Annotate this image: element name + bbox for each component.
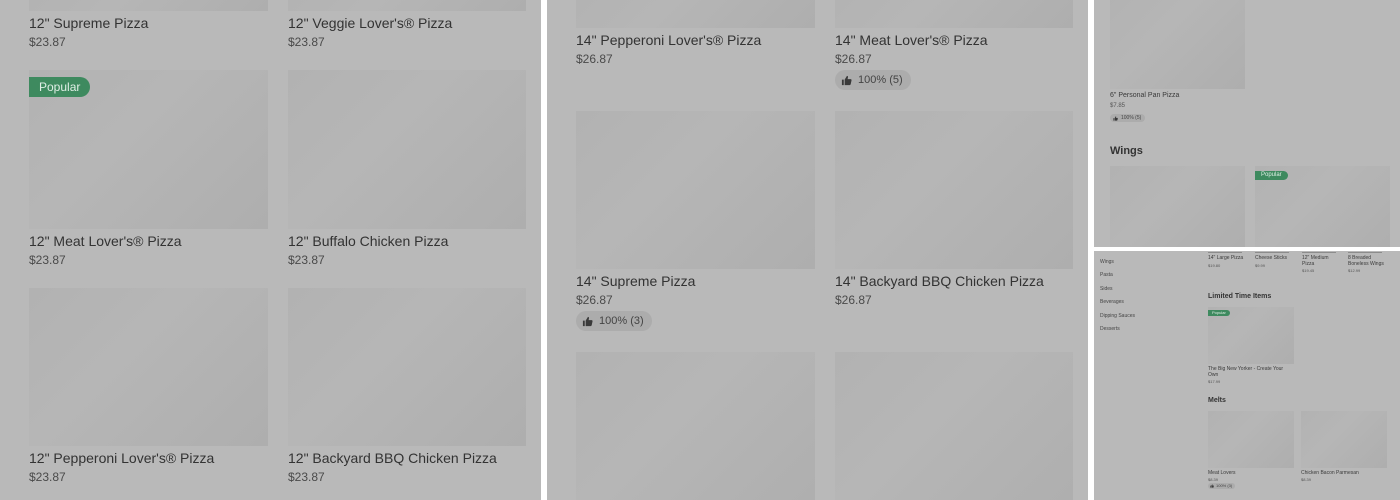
item-price: $12.99 (1348, 268, 1361, 273)
rating-text: 100% (5) (858, 74, 903, 86)
item-name[interactable]: 12" Backyard BBQ Chicken Pizza (288, 450, 497, 466)
rating-text: 100% (5) (1121, 115, 1142, 121)
item-price: $23.87 (288, 35, 325, 49)
popular-badge: Popular (1255, 171, 1288, 180)
item-image-edge (1302, 252, 1336, 253)
item-price: $17.99 (1208, 379, 1221, 384)
item-price: $19.45 (1302, 268, 1315, 273)
item-price: $26.87 (835, 293, 872, 307)
item-name[interactable]: 12" Buffalo Chicken Pizza (288, 233, 448, 249)
nav-item-desserts[interactable]: Desserts (1100, 326, 1120, 332)
thumbs-up-icon (841, 75, 852, 85)
item-image[interactable] (288, 70, 526, 229)
menu-panel-overview: Wings Pasta Sides Beverages Dipping Sauc… (1094, 251, 1400, 500)
nav-item-beverages[interactable]: Beverages (1100, 299, 1124, 305)
item-image[interactable] (288, 288, 526, 446)
item-name[interactable]: Chicken Bacon Parmesan (1301, 470, 1359, 476)
item-image[interactable] (835, 111, 1073, 269)
rating-pill: 100% (3) (576, 311, 652, 331)
nav-item-wings[interactable]: Wings (1100, 259, 1114, 265)
popular-badge: Popular (29, 77, 91, 97)
thumbs-up-icon (1210, 484, 1214, 488)
item-image[interactable] (1208, 411, 1294, 468)
item-image[interactable] (576, 111, 815, 269)
nav-item-dipping-sauces[interactable]: Dipping Sauces (1100, 313, 1135, 319)
item-image-edge (1208, 252, 1242, 253)
item-name[interactable]: 6" Personal Pan Pizza (1110, 92, 1179, 99)
popular-badge: Popular (1208, 310, 1230, 316)
item-name[interactable]: Cheese Sticks (1255, 255, 1287, 261)
thumbs-up-icon (1113, 115, 1118, 121)
item-name[interactable]: 14" Large Pizza (1208, 255, 1243, 261)
menu-panel-12-inch: 12" Supreme Pizza $23.87 12" Veggie Love… (0, 0, 541, 500)
item-image[interactable] (835, 0, 1073, 28)
item-image[interactable] (288, 0, 526, 11)
item-price: $26.87 (835, 52, 872, 66)
rating-text: 100% (3) (599, 315, 644, 327)
section-title-melts: Melts (1208, 397, 1226, 404)
menu-panel-14-inch: 14" Pepperoni Lover's® Pizza $26.87 14" … (547, 0, 1088, 500)
item-image[interactable] (29, 0, 268, 11)
item-name[interactable]: 14" Backyard BBQ Chicken Pizza (835, 273, 1044, 289)
item-price: $7.85 (1110, 103, 1126, 109)
item-price: $23.87 (29, 35, 66, 49)
item-name[interactable]: 14" Supreme Pizza (576, 273, 695, 289)
item-price: $8.39 (1208, 477, 1219, 482)
menu-panel-personal-and-wings: 6" Personal Pan Pizza $7.85 100% (5) Win… (1094, 0, 1400, 247)
item-price: $19.80 (1208, 263, 1221, 268)
section-title-wings: Wings (1110, 145, 1143, 157)
item-name[interactable]: 8 Breaded Boneless Wings (1348, 255, 1388, 267)
item-price: $23.87 (288, 470, 325, 484)
item-image[interactable] (576, 352, 815, 500)
item-name[interactable]: 12" Meat Lover's® Pizza (29, 233, 182, 249)
rating-pill: 100% (3) (1208, 483, 1236, 489)
item-image[interactable] (1301, 411, 1387, 468)
item-price: $26.87 (576, 293, 613, 307)
item-price: $23.87 (29, 253, 66, 267)
item-image[interactable] (1110, 0, 1245, 89)
item-name[interactable]: 12" Veggie Lover's® Pizza (288, 15, 452, 31)
item-image[interactable] (29, 288, 268, 446)
item-price: $23.87 (29, 470, 66, 484)
item-name[interactable]: 14" Pepperoni Lover's® Pizza (576, 32, 761, 48)
item-name[interactable]: The Big New Yorker - Create Your Own (1208, 366, 1294, 378)
item-image[interactable] (576, 0, 815, 28)
item-name[interactable]: 12" Medium Pizza (1302, 255, 1336, 267)
item-name[interactable]: Meat Lovers (1208, 470, 1236, 476)
rating-pill: 100% (5) (1110, 114, 1146, 122)
item-price: $23.87 (288, 253, 325, 267)
item-name[interactable]: 12" Supreme Pizza (29, 15, 148, 31)
item-image-edge (1255, 252, 1289, 253)
nav-item-sides[interactable]: Sides (1100, 286, 1113, 292)
section-title-limited-time: Limited Time Items (1208, 293, 1272, 300)
nav-item-pasta[interactable]: Pasta (1100, 272, 1113, 278)
item-name[interactable]: 14" Meat Lover's® Pizza (835, 32, 988, 48)
item-image[interactable] (1110, 166, 1245, 247)
rating-text: 100% (3) (1216, 483, 1233, 488)
rating-pill: 100% (5) (835, 70, 911, 90)
thumbs-up-icon (582, 316, 593, 326)
item-price: $26.87 (576, 52, 613, 66)
item-name[interactable]: 12" Pepperoni Lover's® Pizza (29, 450, 214, 466)
item-price: $9.99 (1255, 263, 1266, 268)
item-image[interactable] (835, 352, 1073, 500)
item-image-edge (1348, 252, 1382, 253)
item-price: $8.39 (1301, 477, 1312, 482)
